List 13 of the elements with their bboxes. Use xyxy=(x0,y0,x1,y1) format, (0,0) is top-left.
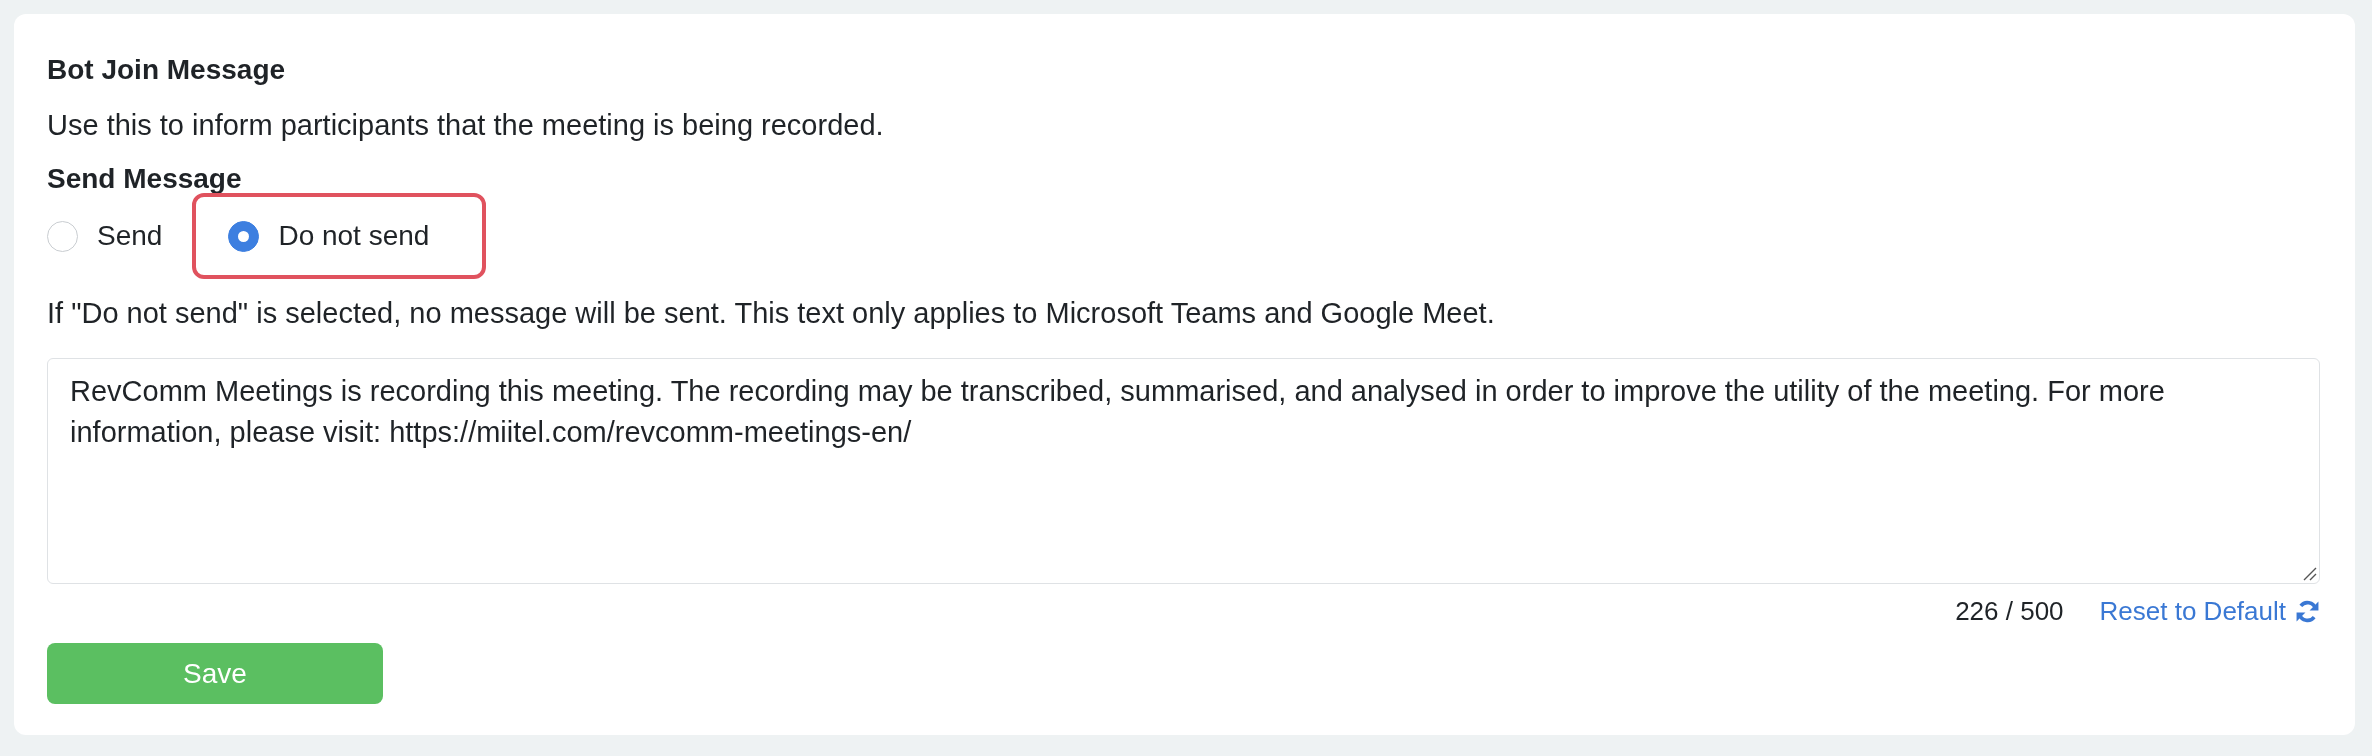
section-title: Bot Join Message xyxy=(47,53,287,87)
radio-option[interactable]: Do not send xyxy=(228,218,430,254)
resize-handle-icon[interactable] xyxy=(2303,567,2317,581)
section-description: Use this to inform participants that the meeting is being recorded. xyxy=(47,108,885,143)
radio-option[interactable]: Send xyxy=(47,218,163,254)
character-counter: 226 / 500 xyxy=(1955,595,2064,628)
help-text: If "Do not send" is selected, no message will be sent. This text only applies to Microsoft Teams and Google Meet. xyxy=(47,296,1496,331)
refresh-icon xyxy=(2295,598,2320,624)
radio-icon[interactable] xyxy=(228,220,260,252)
field-label: Send Message xyxy=(47,164,243,194)
radio-icon[interactable] xyxy=(47,220,78,252)
reset-link[interactable]: Reset to Default xyxy=(2099,593,2320,629)
message-textarea[interactable]: RevComm Meetings is recording this meeting. The recording may be transcribed, summarised, and analysed in order to improve the utility of the meeting. For more information, please visit: https://miitel.com/revcomm-meetings-en/ xyxy=(47,358,2320,584)
